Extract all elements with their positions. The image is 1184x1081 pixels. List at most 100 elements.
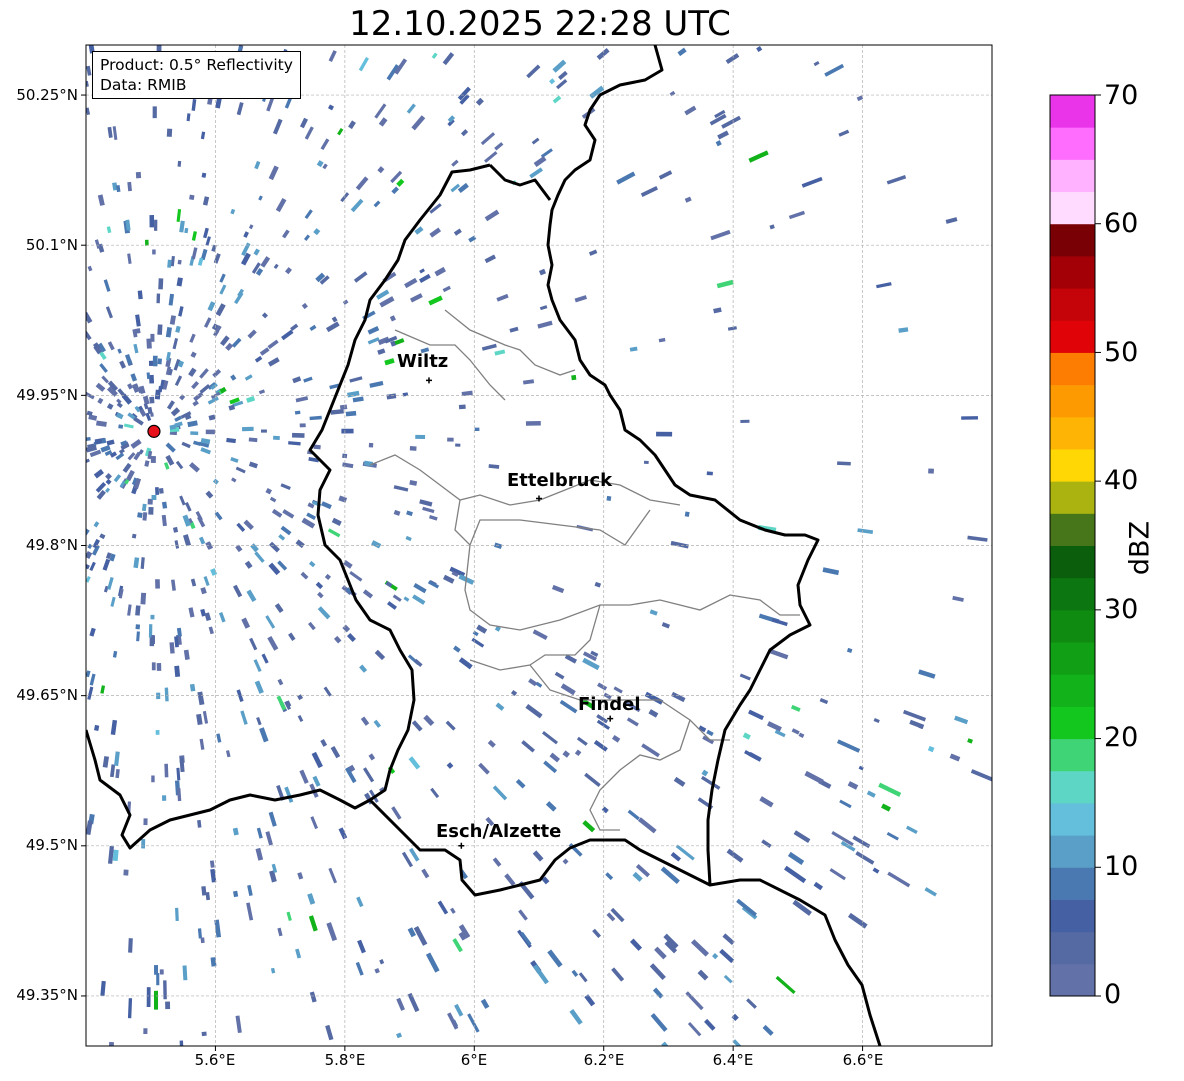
radar-echo-cell (881, 803, 891, 812)
radar-echo-cell (611, 967, 625, 982)
radar-echo-cell (454, 1003, 464, 1017)
radar-echo-cell (140, 592, 147, 605)
radar-echo-cell (412, 594, 426, 605)
radar-echo-cell (551, 584, 565, 594)
radar-echo-cell (265, 615, 276, 629)
radar-echo-cell (484, 254, 496, 264)
radar-echo-cell (87, 686, 94, 700)
radar-echo-cell (793, 830, 811, 843)
radar-echo-cell (106, 226, 112, 234)
radar-echo-cell (409, 479, 418, 486)
radar-echo-cell (163, 980, 167, 1000)
radar-echo-cell (115, 452, 125, 461)
radar-echo-cell (918, 669, 936, 679)
radar-echo-cell (244, 374, 253, 381)
radar-echo-cell (166, 128, 173, 137)
radar-echo-cell (684, 511, 690, 517)
radar-echo-cell (308, 560, 316, 568)
radar-echo-cell (226, 437, 236, 444)
colorbar-tick: 0 (1104, 979, 1122, 1010)
colorbar-unit-label: dBZ (1124, 520, 1156, 576)
radar-echo-cell (328, 867, 338, 884)
radar-echo-cell (320, 138, 330, 151)
radar-echo-cell (209, 860, 215, 868)
radar-echo-cell (368, 442, 374, 448)
radar-echo-cell (731, 1013, 739, 1022)
radar-echo-cell (182, 965, 188, 981)
radar-echo-cell (150, 333, 155, 342)
radar-echo-cell (378, 117, 388, 127)
radar-echo-cell (431, 52, 438, 59)
radar-echo-cell (128, 938, 133, 953)
radar-echo-cell (847, 781, 859, 790)
radar-echo-cell (562, 750, 570, 758)
radar-echo-cell (106, 403, 114, 410)
radar-echo-cell (225, 342, 234, 351)
colorbar-tick: 50 (1104, 337, 1139, 368)
radar-echo-cell (632, 871, 643, 882)
radar-echo-cell (532, 964, 549, 985)
radar-echo-cell (360, 716, 370, 726)
radar-echo-cell (425, 952, 440, 973)
radar-echo-cell (105, 487, 111, 493)
colorbar-segment (1050, 674, 1095, 707)
colorbar-segment (1050, 481, 1095, 514)
radar-echo-cell (181, 441, 191, 449)
radar-echo-cell (118, 424, 124, 429)
radar-echo-cell (790, 704, 801, 712)
radar-echo-cell (368, 753, 376, 761)
radar-echo-cell (231, 477, 237, 483)
radar-echo-cell (151, 775, 155, 783)
radar-echo-cell (127, 604, 132, 616)
radar-echo-cell (313, 228, 321, 236)
radar-echo-cell (410, 293, 423, 303)
radar-echo-cell (492, 857, 502, 867)
radar-echo-cell (308, 915, 318, 932)
radar-echo-cell (156, 663, 162, 671)
radar-map (81, 44, 1101, 1051)
radar-echo-cell (494, 349, 506, 356)
radar-echo-cell (261, 429, 267, 433)
radar-echo-cell (255, 847, 264, 861)
radar-echo-cell (532, 850, 544, 862)
radar-echo-cell (170, 407, 181, 417)
radar-echo-cell (311, 751, 323, 769)
radar-echo-cell (377, 166, 385, 174)
radar-echo-cell (197, 257, 204, 266)
radar-echo-cell (243, 519, 254, 531)
radar-echo-cell (717, 130, 729, 140)
radar-echo-cell (727, 326, 737, 331)
radar-echo-cell (401, 851, 413, 868)
radar-echo-cell (142, 512, 148, 521)
colorbar-segment (1050, 802, 1095, 836)
radar-echo-cell (214, 511, 223, 521)
radar-echo-cell (468, 235, 477, 243)
radar-echo-cell (267, 357, 280, 367)
radar-echo-cell (177, 259, 182, 265)
radar-echo-cell (105, 478, 112, 485)
radar-echo-cell (110, 719, 118, 735)
radar-echo-cell (250, 543, 259, 553)
radar-echo-cell (949, 753, 961, 762)
city-label-wiltz: Wiltz (397, 351, 449, 372)
radar-echo-cell (93, 469, 104, 479)
radar-echo-cell (555, 78, 568, 90)
radar-echo-cell (526, 64, 541, 79)
radar-echo-cell (445, 720, 456, 731)
radar-echo-cell (852, 835, 871, 849)
radar-echo-cell (152, 106, 157, 119)
radar-echo-cell (558, 70, 568, 81)
radar-echo-cell (215, 303, 226, 317)
radar-echo-cell (265, 487, 272, 495)
radar-echo-cell (101, 375, 110, 384)
radar-echo-cell (706, 471, 713, 476)
radar-echo-cell (643, 460, 649, 465)
radar-echo-cell (349, 570, 363, 582)
radar-echo-cell (592, 928, 601, 939)
radar-echo-cell (478, 762, 490, 775)
radar-echo-cell (629, 346, 638, 352)
colorbar-tick: 70 (1104, 80, 1139, 111)
radar-echo-cell (391, 806, 402, 820)
radar-echo-cell (156, 293, 161, 304)
radar-echo-cell (191, 247, 198, 260)
